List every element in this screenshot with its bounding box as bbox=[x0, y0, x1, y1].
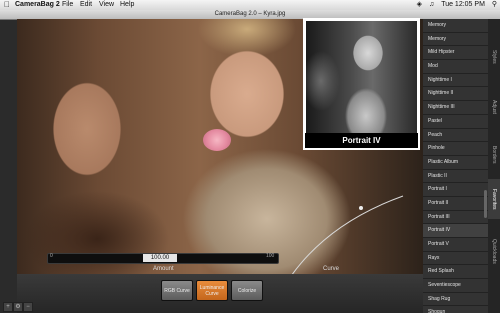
amount-label: Amount bbox=[153, 266, 174, 272]
colorize-button[interactable]: Colorize bbox=[231, 280, 263, 301]
wifi-icon[interactable]: ◈ bbox=[417, 1, 422, 8]
tab-quickloads[interactable]: Quickloads bbox=[488, 225, 500, 277]
slider-max-label: 100 bbox=[266, 253, 275, 259]
flower-clip bbox=[203, 129, 231, 151]
preset-item[interactable]: Red Splash bbox=[423, 265, 488, 280]
preset-item[interactable]: Mod bbox=[423, 60, 488, 74]
tab-borders[interactable]: Borders bbox=[488, 137, 500, 173]
preset-item[interactable]: Shogun bbox=[423, 306, 488, 313]
preset-item[interactable]: Rayx bbox=[423, 251, 488, 266]
preview-label: Portrait IV bbox=[305, 133, 418, 148]
list-scrollbar[interactable] bbox=[484, 190, 487, 218]
preset-item[interactable]: Nighttime III bbox=[423, 101, 488, 115]
preset-item[interactable]: Memory bbox=[423, 19, 488, 33]
preset-item[interactable]: Plastic II bbox=[423, 169, 488, 184]
menu-edit[interactable]: Edit bbox=[80, 0, 92, 10]
preset-item[interactable]: Portrait I bbox=[423, 183, 488, 197]
preset-item[interactable]: Portrait III bbox=[423, 210, 488, 225]
menu-status-area: ◈ ♫ Tue 12:05 PM ⚲ bbox=[412, 0, 497, 10]
apple-icon[interactable]:  bbox=[4, 0, 10, 10]
amount-value-field[interactable]: 100.00 bbox=[143, 254, 177, 262]
curve-handle-mid bbox=[359, 206, 363, 210]
preset-list: Memory Memory Mild Hipster Mod Nighttime I Ni… bbox=[423, 19, 488, 313]
preset-item[interactable]: Seventiescope bbox=[423, 279, 488, 293]
remove-icon[interactable]: − bbox=[23, 302, 33, 312]
preset-item[interactable]: Mild Hipster bbox=[423, 46, 488, 61]
preview-image bbox=[306, 21, 417, 133]
luminance-curve-button[interactable]: Luminance Curve bbox=[196, 280, 228, 301]
preset-item[interactable]: Portrait IV bbox=[423, 224, 488, 238]
add-icon[interactable]: + bbox=[3, 302, 13, 312]
preset-item[interactable]: Nighttime I bbox=[423, 73, 488, 88]
tab-adjust[interactable]: Adjust bbox=[488, 87, 500, 127]
slider-min-label: 0 bbox=[50, 253, 53, 259]
preset-item[interactable]: Plastic Album bbox=[423, 155, 488, 170]
rgb-curve-button[interactable]: RGB Curve bbox=[161, 280, 193, 301]
clock-text[interactable]: Tue 12:05 PM bbox=[441, 1, 485, 8]
volume-icon[interactable]: ♫ bbox=[429, 1, 434, 8]
luminance-curve[interactable] bbox=[285, 194, 405, 274]
preset-item[interactable]: Shag Rug bbox=[423, 292, 488, 307]
preset-item[interactable]: Nighttime II bbox=[423, 87, 488, 102]
window-title: CameraBag 2.0 – Kyra.jpg bbox=[214, 11, 286, 17]
side-tabs: Styles Adjust Borders Favorites Quickloads bbox=[488, 19, 500, 313]
preset-item[interactable]: Portrait V bbox=[423, 238, 488, 252]
settings-icon[interactable]: ⚙ bbox=[13, 302, 23, 312]
preset-item[interactable]: Pinhole bbox=[423, 142, 488, 156]
preset-item[interactable]: Portrait II bbox=[423, 196, 488, 211]
tab-favorites[interactable]: Favorites bbox=[488, 179, 500, 219]
tab-styles[interactable]: Styles bbox=[488, 37, 500, 77]
menu-file[interactable]: File bbox=[62, 0, 73, 10]
menu-view[interactable]: View bbox=[99, 0, 114, 10]
preset-preview: Portrait IV bbox=[303, 18, 420, 150]
search-icon[interactable]: ⚲ bbox=[492, 1, 497, 8]
preset-item[interactable]: Peach bbox=[423, 128, 488, 143]
preset-item[interactable]: Pastel bbox=[423, 114, 488, 129]
preset-item[interactable]: Memory bbox=[423, 32, 488, 47]
curve-label: Curve bbox=[323, 266, 340, 272]
menu-app-name[interactable]: CameraBag 2 bbox=[15, 0, 60, 10]
menu-help[interactable]: Help bbox=[120, 0, 134, 10]
